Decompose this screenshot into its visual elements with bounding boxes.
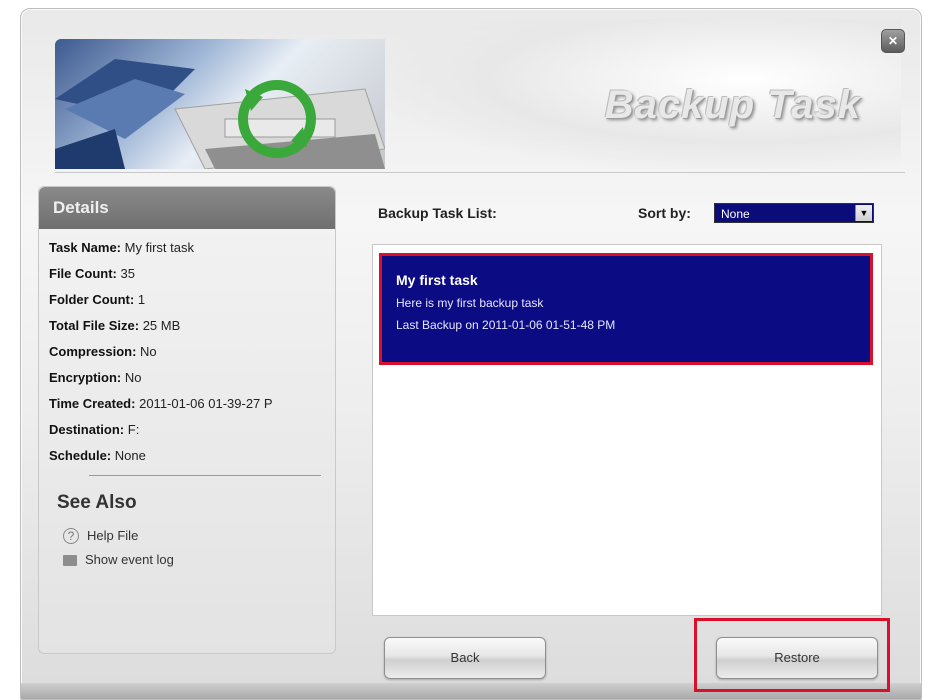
detail-compression: Compression: No (49, 344, 157, 359)
detail-folder-count: Folder Count: 1 (49, 292, 146, 307)
header-banner-image (55, 39, 385, 169)
sort-by-value: None (721, 207, 750, 221)
close-button[interactable]: ✕ (881, 29, 905, 53)
detail-destination: Destination: F: (49, 422, 140, 437)
detail-encryption: Encryption: No (49, 370, 142, 385)
sort-by-label: Sort by: (638, 205, 691, 221)
task-last-backup: Last Backup on 2011-01-06 01-51-48 PM (396, 318, 616, 332)
help-icon: ? (63, 528, 79, 544)
detail-time-created: Time Created: 2011-01-06 01-39-27 P (49, 396, 273, 411)
header-separator (55, 172, 905, 173)
close-icon: ✕ (887, 34, 899, 48)
detail-total-file-size: Total File Size: 25 MB (49, 318, 181, 333)
dropdown-arrow-icon[interactable]: ▼ (855, 205, 872, 221)
see-also-title: See Also (57, 492, 137, 513)
backup-server-illustration (55, 59, 385, 169)
back-button[interactable]: Back (384, 637, 546, 679)
details-header: Details (39, 187, 335, 229)
task-name: My first task (396, 272, 478, 288)
help-file-label: Help File (87, 528, 139, 543)
detail-schedule: Schedule: None (49, 448, 146, 463)
show-event-log-label: Show event log (85, 552, 174, 567)
backup-task-list-label: Backup Task List: (378, 205, 497, 221)
window-title: Backup Task (604, 83, 861, 127)
task-description: Here is my first backup task (396, 296, 544, 310)
help-file-link[interactable]: ? Help File (39, 524, 335, 548)
task-list-item[interactable]: My first task Here is my first backup ta… (379, 253, 873, 365)
sort-by-select[interactable]: None ▼ (714, 203, 874, 223)
restore-button[interactable]: Restore (716, 637, 878, 679)
show-event-log-link[interactable]: Show event log (39, 548, 335, 572)
backup-task-list[interactable]: My first task Here is my first backup ta… (372, 244, 882, 616)
event-log-icon (63, 554, 77, 566)
details-panel: Details Task Name: My first task File Co… (38, 186, 336, 654)
detail-task-name: Task Name: My first task (49, 240, 194, 255)
detail-file-count: File Count: 35 (49, 266, 135, 281)
